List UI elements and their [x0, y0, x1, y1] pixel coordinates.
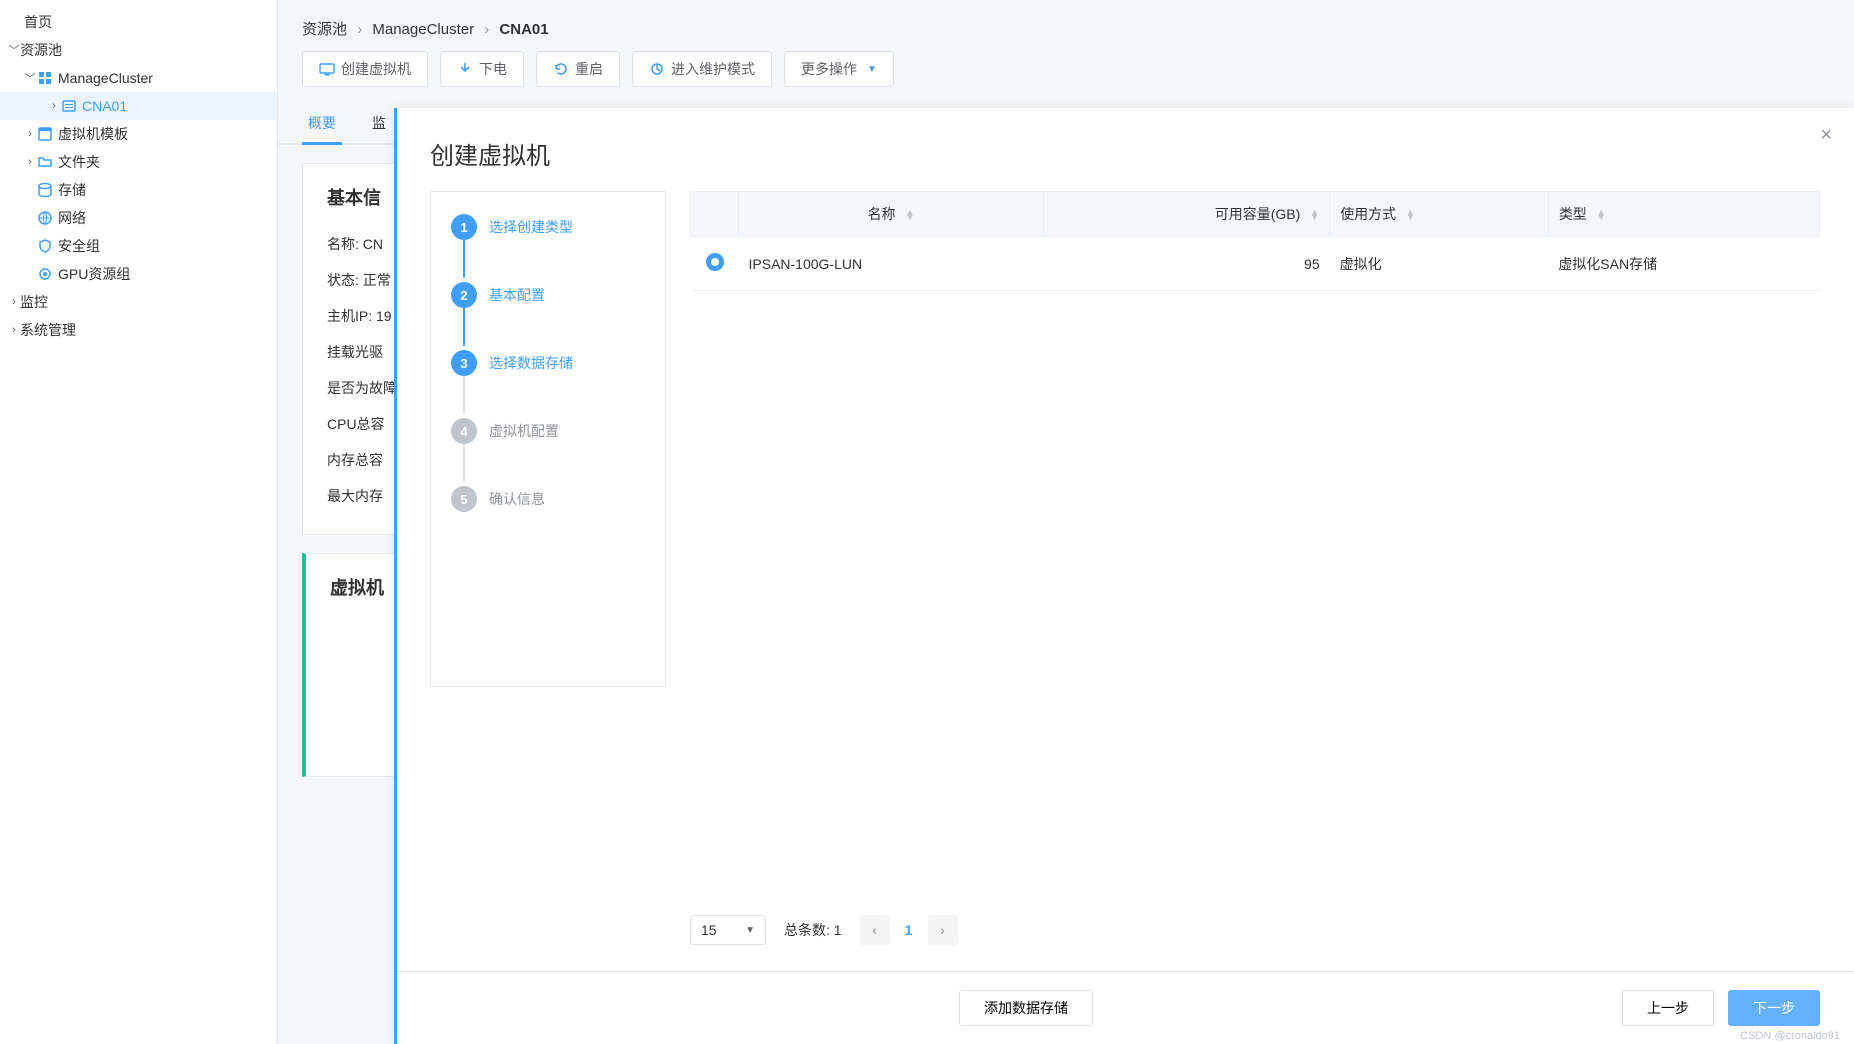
- col-select: [691, 192, 739, 237]
- chevron-down-icon: ﹀: [24, 70, 36, 86]
- gpu-icon: [36, 266, 54, 282]
- close-button[interactable]: ×: [1820, 124, 1832, 147]
- datastore-table-area: 名称 ▲▼ 可用容量(GB) ▲▼ 使用方式 ▲▼: [690, 191, 1820, 971]
- cell-capacity: 95: [1043, 237, 1329, 291]
- prev-page-button[interactable]: ‹: [860, 915, 890, 945]
- nav-monitor[interactable]: › 监控: [0, 288, 277, 316]
- maintenance-button[interactable]: 进入维护模式: [632, 51, 772, 87]
- sort-icon: ▲▼: [1406, 210, 1415, 220]
- sort-icon: ▲▼: [1597, 210, 1606, 220]
- nav-home[interactable]: 首页: [0, 8, 277, 36]
- chevron-right-icon: ›: [24, 128, 36, 140]
- network-icon: [36, 210, 54, 226]
- col-type[interactable]: 类型 ▲▼: [1548, 192, 1819, 237]
- maintenance-icon: [649, 61, 665, 77]
- breadcrumb-item[interactable]: ManageCluster: [372, 21, 474, 38]
- toolbar: 创建虚拟机 下电 重启 进入维护模式 更多操作 ▼: [278, 51, 1854, 103]
- chevron-right-icon: ›: [48, 100, 60, 112]
- create-vm-modal: × 创建虚拟机 1 选择创建类型 2 基本配置 3 选择数据存储 4: [396, 108, 1854, 1044]
- add-storage-button[interactable]: 添加数据存储: [959, 990, 1093, 1026]
- storage-icon: [36, 182, 54, 198]
- next-step-button[interactable]: 下一步: [1728, 990, 1820, 1026]
- nav-security-group[interactable]: 安全组: [0, 232, 277, 260]
- sort-icon: ▲▼: [905, 210, 914, 220]
- cluster-icon: [36, 70, 54, 86]
- nav-cna01[interactable]: › CNA01: [0, 92, 277, 120]
- chevron-right-icon: ›: [940, 922, 945, 938]
- page-size-select[interactable]: 15 ▼: [690, 915, 766, 945]
- chevron-right-icon: ›: [8, 296, 20, 308]
- cell-type: 虚拟化SAN存储: [1548, 237, 1819, 291]
- page-number[interactable]: 1: [894, 915, 924, 945]
- cell-usage: 虚拟化: [1330, 237, 1549, 291]
- nav-folder[interactable]: › 文件夹: [0, 148, 277, 176]
- nav-system[interactable]: › 系统管理: [0, 316, 277, 344]
- create-vm-button[interactable]: 创建虚拟机: [302, 51, 428, 87]
- breadcrumb-item[interactable]: 资源池: [302, 21, 347, 38]
- step-1[interactable]: 1 选择创建类型: [451, 214, 645, 282]
- pagination: ‹ 1 ›: [860, 915, 958, 945]
- nav-resource-pool[interactable]: ﹀ 资源池: [0, 36, 277, 64]
- tab-monitor[interactable]: 监: [366, 103, 392, 143]
- step-3[interactable]: 3 选择数据存储: [451, 350, 645, 418]
- nav-network[interactable]: 网络: [0, 204, 277, 232]
- template-icon: [36, 126, 54, 142]
- host-icon: [60, 98, 78, 114]
- col-name[interactable]: 名称 ▲▼: [739, 192, 1044, 237]
- nav-vm-template[interactable]: › 虚拟机模板: [0, 120, 277, 148]
- reboot-button[interactable]: 重启: [536, 51, 620, 87]
- col-usage[interactable]: 使用方式 ▲▼: [1330, 192, 1549, 237]
- nav-gpu-group[interactable]: GPU资源组: [0, 260, 277, 288]
- sidebar: 首页 ﹀ 资源池 ﹀ ManageCluster › CNA01 › 虚拟机模板…: [0, 0, 278, 1044]
- tab-overview[interactable]: 概要: [302, 103, 342, 143]
- breadcrumb: 资源池 › ManageCluster › CNA01: [278, 0, 1854, 51]
- chevron-right-icon: ›: [8, 324, 20, 336]
- chevron-left-icon: ‹: [872, 922, 877, 938]
- caret-down-icon: ▼: [745, 925, 755, 936]
- shield-icon: [36, 238, 54, 254]
- step-4: 4 虚拟机配置: [451, 418, 645, 486]
- wizard-steps: 1 选择创建类型 2 基本配置 3 选择数据存储 4 虚拟机配置 5 确认信: [430, 191, 666, 687]
- close-icon: ×: [1820, 124, 1832, 146]
- chevron-right-icon: ›: [24, 156, 36, 168]
- table-footer: 15 ▼ 总条数: 1 ‹ 1 ›: [690, 903, 1820, 971]
- modal-title: 创建虚拟机: [396, 108, 1854, 191]
- power-off-button[interactable]: 下电: [440, 51, 524, 87]
- restart-icon: [553, 61, 569, 77]
- table-row[interactable]: IPSAN-100G-LUN 95 虚拟化 虚拟化SAN存储: [691, 237, 1820, 291]
- breadcrumb-current: CNA01: [499, 21, 548, 38]
- total-count: 总条数: 1: [784, 920, 842, 940]
- cell-name: IPSAN-100G-LUN: [739, 237, 1044, 291]
- caret-down-icon: ▼: [867, 64, 877, 75]
- next-page-button[interactable]: ›: [928, 915, 958, 945]
- chevron-down-icon: ﹀: [8, 42, 20, 58]
- modal-footer: 添加数据存储 上一步 下一步: [396, 971, 1854, 1044]
- nav-cluster[interactable]: ﹀ ManageCluster: [0, 64, 277, 92]
- more-actions-button[interactable]: 更多操作 ▼: [784, 51, 894, 87]
- folder-icon: [36, 154, 54, 170]
- col-capacity[interactable]: 可用容量(GB) ▲▼: [1043, 192, 1329, 237]
- step-2[interactable]: 2 基本配置: [451, 282, 645, 350]
- nav-storage[interactable]: 存储: [0, 176, 277, 204]
- step-5: 5 确认信息: [451, 486, 645, 512]
- watermark: CSDN @cronaldo91: [1740, 1030, 1840, 1042]
- sort-icon: ▲▼: [1310, 210, 1319, 220]
- vm-icon: [319, 61, 335, 77]
- prev-step-button[interactable]: 上一步: [1622, 990, 1714, 1026]
- power-down-icon: [457, 61, 473, 77]
- radio-selected[interactable]: [706, 253, 724, 271]
- datastore-table: 名称 ▲▼ 可用容量(GB) ▲▼ 使用方式 ▲▼: [690, 191, 1820, 291]
